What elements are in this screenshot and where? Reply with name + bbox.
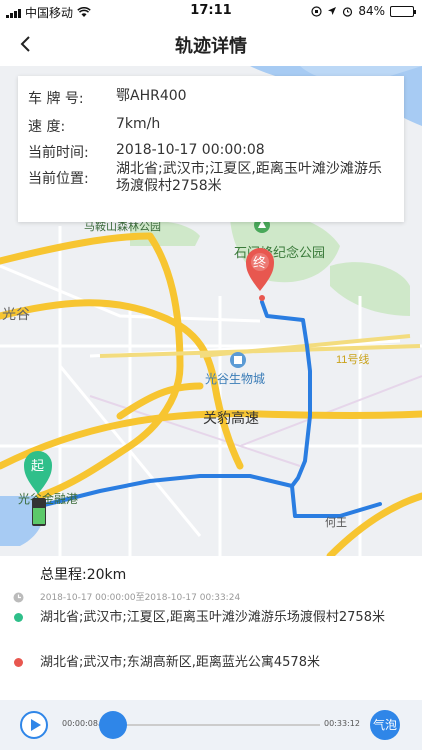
- rotation-lock-icon: [311, 5, 322, 17]
- navigation-bar: 轨迹详情: [0, 22, 422, 66]
- plate-value: 鄂AHR400: [116, 88, 187, 104]
- chevron-left-icon: [20, 36, 30, 52]
- alarm-icon: [343, 6, 353, 17]
- end-time: 00:33:12: [324, 719, 360, 728]
- clock-icon: [13, 592, 24, 603]
- building-icon: [230, 352, 246, 368]
- location-value: 湖北省;武汉市;江夏区,距离玉叶滩沙滩游乐场渡假村2758米: [116, 161, 382, 194]
- progress-track[interactable]: [98, 724, 320, 726]
- map-label-bio-city: 光谷生物城: [205, 372, 265, 386]
- map-label-highway: 关豹高速: [203, 410, 259, 426]
- start-marker-label: 起: [31, 458, 44, 473]
- time-label: 当前时间:: [28, 145, 89, 161]
- playback-bar: 00:00:08 00:33:12 气泡: [0, 700, 422, 750]
- total-distance: 总里程:20km: [40, 567, 127, 583]
- end-marker-label: 终: [253, 255, 266, 270]
- back-button[interactable]: [12, 30, 40, 58]
- speed-label: 速 度:: [28, 119, 66, 135]
- end-marker[interactable]: 终: [246, 248, 274, 301]
- start-dot-icon: [14, 613, 23, 622]
- location-arrow-icon: [328, 7, 337, 15]
- location-label: 当前位置:: [28, 171, 89, 187]
- map-label-port: 光谷金融港: [18, 491, 78, 506]
- end-dot-icon: [14, 658, 23, 667]
- plate-label: 车 牌 号:: [28, 91, 84, 107]
- current-time: 00:00:08: [62, 719, 98, 728]
- vehicle-info-card: 车 牌 号: 鄂AHR400 速 度: 7km/h 当前时间: 2018-10-…: [18, 76, 404, 222]
- play-button[interactable]: [20, 711, 48, 739]
- speed-value: 7km/h: [116, 116, 161, 132]
- map-label-town: 何王: [325, 516, 347, 529]
- map-label-district: 光谷: [2, 306, 30, 322]
- page-title: 轨迹详情: [175, 36, 247, 57]
- start-marker[interactable]: 起: [23, 450, 53, 494]
- map-label-metro: 11号线: [336, 352, 369, 366]
- start-address: 湖北省;武汉市;江夏区,距离玉叶滩沙滩游乐场渡假村2758米: [40, 610, 385, 625]
- battery-icon: [390, 5, 416, 17]
- time-range: 2018-10-17 00:00:00至2018-10-17 00:33:24: [40, 593, 241, 603]
- progress-thumb[interactable]: [98, 711, 127, 739]
- vehicle-icon[interactable]: [32, 498, 46, 526]
- bubble-button[interactable]: 气泡: [370, 710, 400, 740]
- status-bar: 中国移动 17:11 84%: [0, 0, 422, 22]
- time-value: 2018-10-17 00:00:08: [116, 142, 265, 158]
- battery-percent: 84%: [358, 4, 385, 18]
- end-address: 湖北省;武汉市;东湖高新区,距离蓝光公寓4578米: [40, 655, 320, 670]
- trip-summary: 总里程:20km 2018-10-17 00:00:00至2018-10-17 …: [0, 556, 422, 700]
